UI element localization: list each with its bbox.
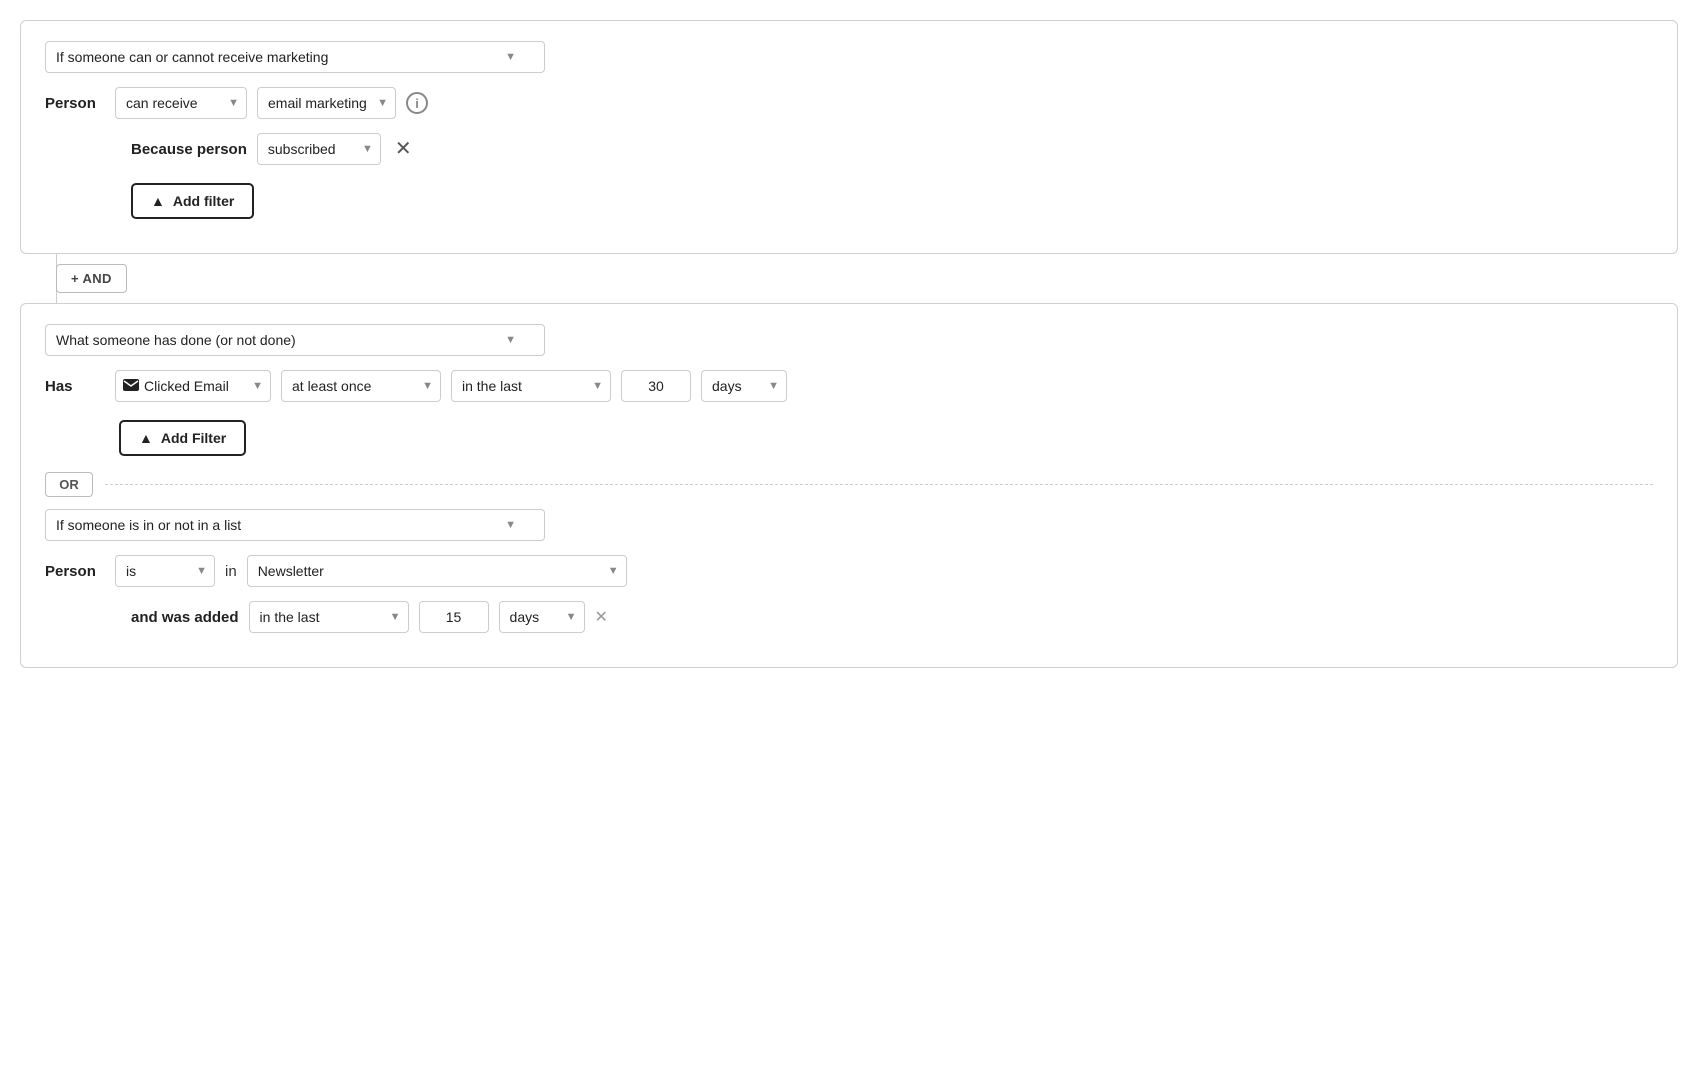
block1-subscribed-wrapper: subscribed unsubscribed ▼ [257,133,381,165]
block1-person-row: Person can receive cannot receive ▼ emai… [45,87,1653,119]
block3-added-row: and was added in the last before after ▼… [131,601,1653,633]
block2-condition-label: What someone has done (or not done) [56,332,296,348]
block3-condition-chevron: ▼ [505,519,516,531]
block2-time-select[interactable]: in the last before after [451,370,611,402]
block3-added-number-input[interactable] [419,601,489,633]
block2-frequency-select[interactable]: at least once zero times exactly [281,370,441,402]
block2-frequency-wrapper: at least once zero times exactly ▼ [281,370,441,402]
block3-list-wrapper: Newsletter VIP List Customers ▼ [247,555,627,587]
or-label: OR [45,472,93,497]
block1-because-row: Because person subscribed unsubscribed ▼… [131,133,1653,165]
block3-in-label: in [225,563,237,580]
or-row: OR [45,472,1653,497]
block1-subscribed-select[interactable]: subscribed unsubscribed [257,133,381,165]
block1-can-receive-wrapper: can receive cannot receive ▼ [115,87,247,119]
block3-sub-section: If someone is in or not in a list ▼ Pers… [45,509,1653,633]
block2-card: What someone has done (or not done) ▼ Ha… [20,303,1678,668]
block3-person-row: Person is is not ▼ in Newsletter VIP Lis… [45,555,1653,587]
block1-condition-label: If someone can or cannot receive marketi… [56,49,328,65]
block3-condition-row: If someone is in or not in a list ▼ [45,509,1653,541]
or-dashed-line [105,484,1653,485]
block2-condition-row: What someone has done (or not done) ▼ [45,324,1653,356]
block1-add-filter-button[interactable]: ▲ Add filter [131,183,254,219]
block1-add-filter-label: Add filter [173,193,234,209]
block2-condition-chevron: ▼ [505,334,516,346]
block1-because-label: Because person [131,141,247,158]
filter-icon-block1: ▲ [151,193,165,209]
block1-card: If someone can or cannot receive marketi… [20,20,1678,254]
block1-can-receive-select[interactable]: can receive cannot receive [115,87,247,119]
block2-action-wrapper: Clicked Email Opened Email Received Emai… [115,370,271,402]
block1-person-label: Person [45,95,105,112]
block2-condition-select[interactable]: What someone has done (or not done) ▼ [45,324,545,356]
block3-is-wrapper: is is not ▼ [115,555,215,587]
block2-has-label: Has [45,378,105,395]
block1-email-marketing-select[interactable]: email marketing sms marketing [257,87,396,119]
block2-add-filter-label: Add Filter [161,430,226,446]
block2-add-filter-row: ▲ Add Filter [119,416,1653,456]
filter-icon-block2: ▲ [139,430,153,446]
block2-time-wrapper: in the last before after ▼ [451,370,611,402]
block1-condition-row: If someone can or cannot receive marketi… [45,41,1653,73]
block3-added-time-select[interactable]: in the last before after [249,601,409,633]
block2-period-wrapper: days weeks months ▼ [701,370,787,402]
block2-number-input[interactable] [621,370,691,402]
block2-period-select[interactable]: days weeks months [701,370,787,402]
block3-added-period-wrapper: days weeks months ▼ [499,601,585,633]
block1-condition-select[interactable]: If someone can or cannot receive marketi… [45,41,545,73]
block3-person-label: Person [45,563,105,580]
block3-added-close-icon[interactable]: ✕ [595,607,608,627]
and-connector: + AND [20,254,1678,303]
block3-added-period-select[interactable]: days weeks months [499,601,585,633]
block2-add-filter-button[interactable]: ▲ Add Filter [119,420,246,456]
block1-because-close-button[interactable]: ✕ [391,139,416,159]
block2-has-row: Has Clicked Email Opened Email Received … [45,370,1653,402]
block3-condition-label: If someone is in or not in a list [56,517,241,533]
block3-and-was-added-label: and was added [131,609,239,626]
and-button[interactable]: + AND [56,264,127,293]
block1-email-marketing-wrapper: email marketing sms marketing ▼ [257,87,396,119]
block3-added-time-wrapper: in the last before after ▼ [249,601,409,633]
block2-action-select[interactable]: Clicked Email Opened Email Received Emai… [115,370,271,402]
block3-condition-select[interactable]: If someone is in or not in a list ▼ [45,509,545,541]
block1-condition-chevron: ▼ [505,51,516,63]
block3-is-select[interactable]: is is not [115,555,215,587]
info-icon-block1[interactable]: i [406,92,428,114]
block1-add-filter-row: ▲ Add filter [131,179,1653,219]
and-button-row: + AND [56,254,1678,303]
block3-list-select[interactable]: Newsletter VIP List Customers [247,555,627,587]
